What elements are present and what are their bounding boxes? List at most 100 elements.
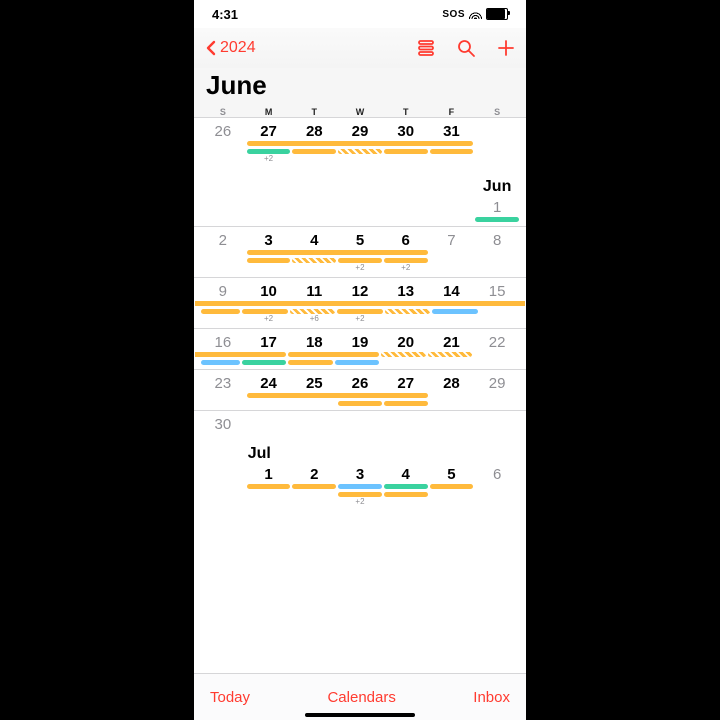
event-bar[interactable]	[195, 301, 525, 306]
event-bar[interactable]	[247, 141, 474, 146]
more-count: +2	[246, 314, 292, 324]
status-time: 4:31	[212, 7, 238, 22]
weekday-header: S M T W T F S	[194, 107, 526, 117]
event-bar[interactable]	[292, 149, 336, 154]
day-cell[interactable]: 3	[246, 229, 292, 249]
day-cell[interactable]: 2	[291, 463, 337, 483]
day-cell[interactable]: 1	[474, 196, 520, 216]
event-bar[interactable]	[430, 149, 474, 154]
day-cell[interactable]: 22	[474, 331, 520, 351]
event-bar[interactable]	[195, 352, 286, 357]
day-cell[interactable]: 29	[337, 120, 383, 140]
day-cell[interactable]: 30	[200, 413, 246, 433]
day-cell[interactable]: 2	[200, 229, 246, 249]
day-cell[interactable]: 9	[200, 280, 246, 300]
day-cell[interactable]: 26	[337, 372, 383, 392]
event-bar[interactable]	[432, 309, 477, 314]
more-count: +2	[383, 263, 429, 273]
search-icon	[456, 38, 476, 58]
day-cell[interactable]: 24	[246, 372, 292, 392]
event-bar[interactable]	[247, 250, 428, 255]
event-bar[interactable]	[430, 484, 474, 489]
event-bar[interactable]	[247, 484, 291, 489]
phone-frame: 4:31 SOS 2024	[194, 0, 526, 720]
add-button[interactable]	[496, 38, 516, 58]
event-bar[interactable]	[384, 484, 428, 489]
event-bar[interactable]	[338, 401, 382, 406]
day-cell[interactable]: 7	[429, 229, 475, 249]
status-bar: 4:31 SOS	[194, 0, 526, 28]
day-cell[interactable]: 6	[474, 463, 520, 483]
day-cell[interactable]: 5	[429, 463, 475, 483]
event-bar[interactable]	[247, 393, 428, 398]
day-cell[interactable]: 6	[383, 229, 429, 249]
event-bar[interactable]	[384, 149, 428, 154]
day-cell[interactable]: 19	[337, 331, 383, 351]
event-bar[interactable]	[290, 309, 335, 314]
event-bar[interactable]	[384, 492, 428, 497]
day-cell[interactable]: 18	[291, 331, 337, 351]
day-cell[interactable]: 25	[291, 372, 337, 392]
event-bar[interactable]	[338, 258, 382, 263]
day-cell[interactable]: 28	[291, 120, 337, 140]
day-cell[interactable]: 23	[200, 372, 246, 392]
list-view-button[interactable]	[416, 38, 436, 58]
event-bar[interactable]	[381, 352, 426, 357]
list-icon	[416, 38, 436, 58]
day-cell[interactable]: 3	[337, 463, 383, 483]
event-bar[interactable]	[247, 258, 291, 263]
event-bar[interactable]	[475, 217, 519, 222]
day-cell[interactable]: 30	[383, 120, 429, 140]
dow-mon: M	[246, 107, 292, 117]
event-bar[interactable]	[385, 309, 430, 314]
day-cell[interactable]: 11	[291, 280, 337, 300]
calendar-scroll[interactable]: 26 27 28 29 30 31	[194, 117, 526, 673]
day-cell[interactable]: 27	[383, 372, 429, 392]
day-cell[interactable]: 16	[200, 331, 246, 351]
event-bar[interactable]	[201, 309, 240, 314]
day-cell[interactable]: 1	[246, 463, 292, 483]
event-bar[interactable]	[242, 309, 287, 314]
event-bar[interactable]	[201, 360, 240, 365]
event-bar[interactable]	[247, 149, 291, 154]
day-cell[interactable]: 17	[246, 331, 292, 351]
day-cell[interactable]: 31	[429, 120, 475, 140]
today-button[interactable]: Today	[210, 689, 250, 706]
day-cell[interactable]: 12	[337, 280, 383, 300]
event-bar[interactable]	[338, 484, 382, 489]
event-bar[interactable]	[292, 484, 336, 489]
search-button[interactable]	[456, 38, 476, 58]
event-bar[interactable]	[384, 258, 428, 263]
day-cell[interactable]: 14	[429, 280, 475, 300]
day-cell[interactable]: 15	[474, 280, 520, 300]
day-cell[interactable]: 26	[200, 120, 246, 140]
event-bar[interactable]	[335, 360, 380, 365]
event-bar[interactable]	[428, 352, 473, 357]
day-cell[interactable]: 13	[383, 280, 429, 300]
wifi-icon	[469, 9, 482, 19]
event-bar[interactable]	[288, 360, 333, 365]
day-cell[interactable]: 8	[474, 229, 520, 249]
home-indicator[interactable]	[305, 713, 415, 717]
back-button[interactable]: 2024	[204, 39, 256, 57]
day-cell[interactable]: 28	[429, 372, 475, 392]
week-row: 23 24 25 26 27 28 29	[194, 369, 526, 410]
day-cell[interactable]: 21	[429, 331, 475, 351]
calendars-button[interactable]: Calendars	[327, 689, 395, 706]
day-cell[interactable]: 4	[291, 229, 337, 249]
day-cell[interactable]: 4	[383, 463, 429, 483]
day-cell[interactable]	[474, 120, 520, 140]
event-bar[interactable]	[338, 492, 382, 497]
day-cell[interactable]: 27	[246, 120, 292, 140]
day-cell[interactable]: 29	[474, 372, 520, 392]
inbox-button[interactable]: Inbox	[473, 689, 510, 706]
event-bar[interactable]	[292, 258, 336, 263]
event-bar[interactable]	[288, 352, 379, 357]
event-bar[interactable]	[384, 401, 428, 406]
event-bar[interactable]	[242, 360, 287, 365]
day-cell[interactable]: 20	[383, 331, 429, 351]
day-cell[interactable]: 10	[246, 280, 292, 300]
event-bar[interactable]	[338, 149, 382, 154]
day-cell[interactable]: 5	[337, 229, 383, 249]
event-bar[interactable]	[337, 309, 382, 314]
